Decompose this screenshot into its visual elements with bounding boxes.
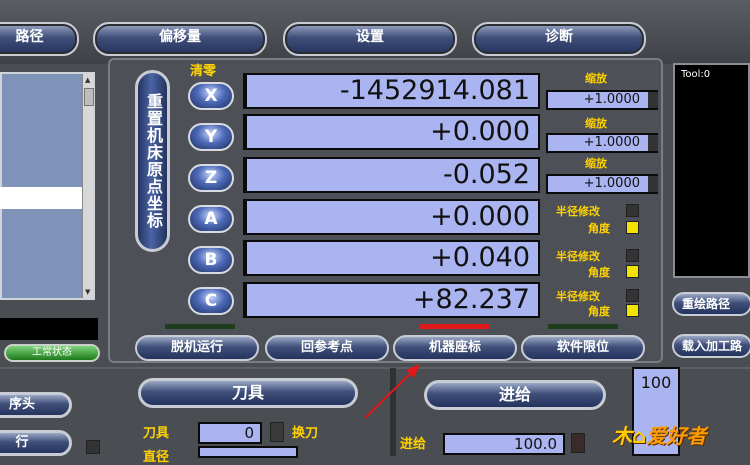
dro-x: -1452914.081: [245, 73, 540, 109]
tool-number-label: 刀具: [143, 426, 170, 441]
zero-c-button[interactable]: C: [188, 287, 234, 315]
scale-z[interactable]: +1.0000: [546, 174, 658, 194]
dro-a: +0.000: [245, 199, 540, 235]
angle-label-c: 角度: [588, 305, 610, 318]
gcode-list-selected-row[interactable]: [0, 187, 82, 209]
tool-change-label: 换刀: [292, 426, 319, 441]
scale-label-y: 缩放: [585, 117, 607, 130]
top-tab-bar: 路径 偏移量 设置 诊断: [0, 0, 750, 64]
offline-indicator: [165, 324, 235, 329]
feed-indicator: [571, 433, 585, 453]
dro-c: +82.237: [245, 282, 540, 318]
load-gcode-button[interactable]: 载入加工路: [672, 334, 750, 358]
scale-y[interactable]: +1.0000: [546, 133, 658, 153]
watermark-logo: 木⌂爱好者: [612, 424, 707, 448]
tool-readout: Tool:0: [681, 69, 711, 80]
zero-z-button[interactable]: Z: [188, 164, 234, 192]
radius-mod-indicator-c[interactable]: [626, 289, 639, 302]
tab-diagnostics[interactable]: 诊断: [472, 22, 646, 56]
soft-limits-button[interactable]: 软件限位: [521, 335, 645, 361]
toolpath-display[interactable]: Tool:0: [673, 63, 750, 278]
zero-a-button[interactable]: A: [188, 205, 234, 233]
radius-mod-indicator-a[interactable]: [626, 204, 639, 217]
watermark-icon: 木⌂: [612, 424, 647, 448]
soft-limit-indicator: [548, 324, 618, 329]
regen-toolpath-button[interactable]: 重绘路径: [672, 292, 750, 316]
side-button-header[interactable]: 序头: [0, 392, 72, 418]
status-line: [0, 318, 98, 340]
tab-toolpath[interactable]: 路径: [0, 22, 79, 56]
tool-number-field[interactable]: 0: [198, 422, 262, 444]
zero-b-button[interactable]: B: [188, 246, 234, 274]
zero-x-button[interactable]: X: [188, 82, 234, 110]
feed-panel-title: 进给: [424, 380, 606, 410]
home-ref-button[interactable]: 回参考点: [265, 335, 389, 361]
side-button-run[interactable]: 行: [0, 430, 72, 456]
dro-z: -0.052: [245, 157, 540, 193]
machine-coords-button[interactable]: 机器座标: [393, 335, 517, 361]
tool-change-indicator: [270, 422, 284, 442]
feed-rate-field[interactable]: 100.0: [443, 433, 565, 455]
scroll-down-icon[interactable]: ▼: [85, 288, 90, 296]
angle-indicator-c[interactable]: [626, 304, 639, 317]
tab-settings[interactable]: 设置: [283, 22, 457, 56]
reset-machine-origin-button[interactable]: 重置机床原点坐标: [135, 70, 170, 252]
angle-indicator-a[interactable]: [626, 221, 639, 234]
dro-y: +0.000: [245, 114, 540, 150]
angle-label-b: 角度: [588, 266, 610, 279]
tool-panel-title: 刀具: [138, 378, 358, 408]
scale-label-x: 缩放: [585, 72, 607, 85]
zero-label: 清零: [190, 64, 217, 79]
gcode-list[interactable]: [0, 72, 95, 300]
radius-mod-label-a: 半径修改: [556, 205, 600, 218]
scale-y-end: [648, 135, 658, 151]
machine-coords-indicator: [420, 324, 490, 329]
tab-offsets[interactable]: 偏移量: [93, 22, 267, 56]
run-indicator: [86, 440, 100, 454]
radius-mod-label-c: 半径修改: [556, 290, 600, 303]
radius-mod-indicator-b[interactable]: [626, 249, 639, 262]
scroll-thumb[interactable]: [84, 88, 94, 106]
dro-b: +0.040: [245, 240, 540, 276]
scale-label-z: 缩放: [585, 157, 607, 170]
scale-z-end: [648, 176, 658, 192]
scale-x-end: [648, 92, 658, 108]
scroll-up-icon[interactable]: ▲: [85, 76, 90, 84]
angle-label-a: 角度: [588, 222, 610, 235]
annotation-arrow-icon: [364, 364, 420, 419]
feed-label: 进给: [400, 437, 427, 452]
zero-y-button[interactable]: Y: [188, 123, 234, 151]
offline-run-button[interactable]: 脱机运行: [135, 335, 259, 361]
status-indicator: 工常状态: [4, 344, 100, 362]
scale-x[interactable]: +1.0000: [546, 90, 658, 110]
angle-indicator-b[interactable]: [626, 265, 639, 278]
gcode-list-scrollbar[interactable]: ▲ ▼: [82, 74, 94, 298]
radius-mod-label-b: 半径修改: [556, 250, 600, 263]
tool-diameter-field[interactable]: [198, 446, 298, 458]
